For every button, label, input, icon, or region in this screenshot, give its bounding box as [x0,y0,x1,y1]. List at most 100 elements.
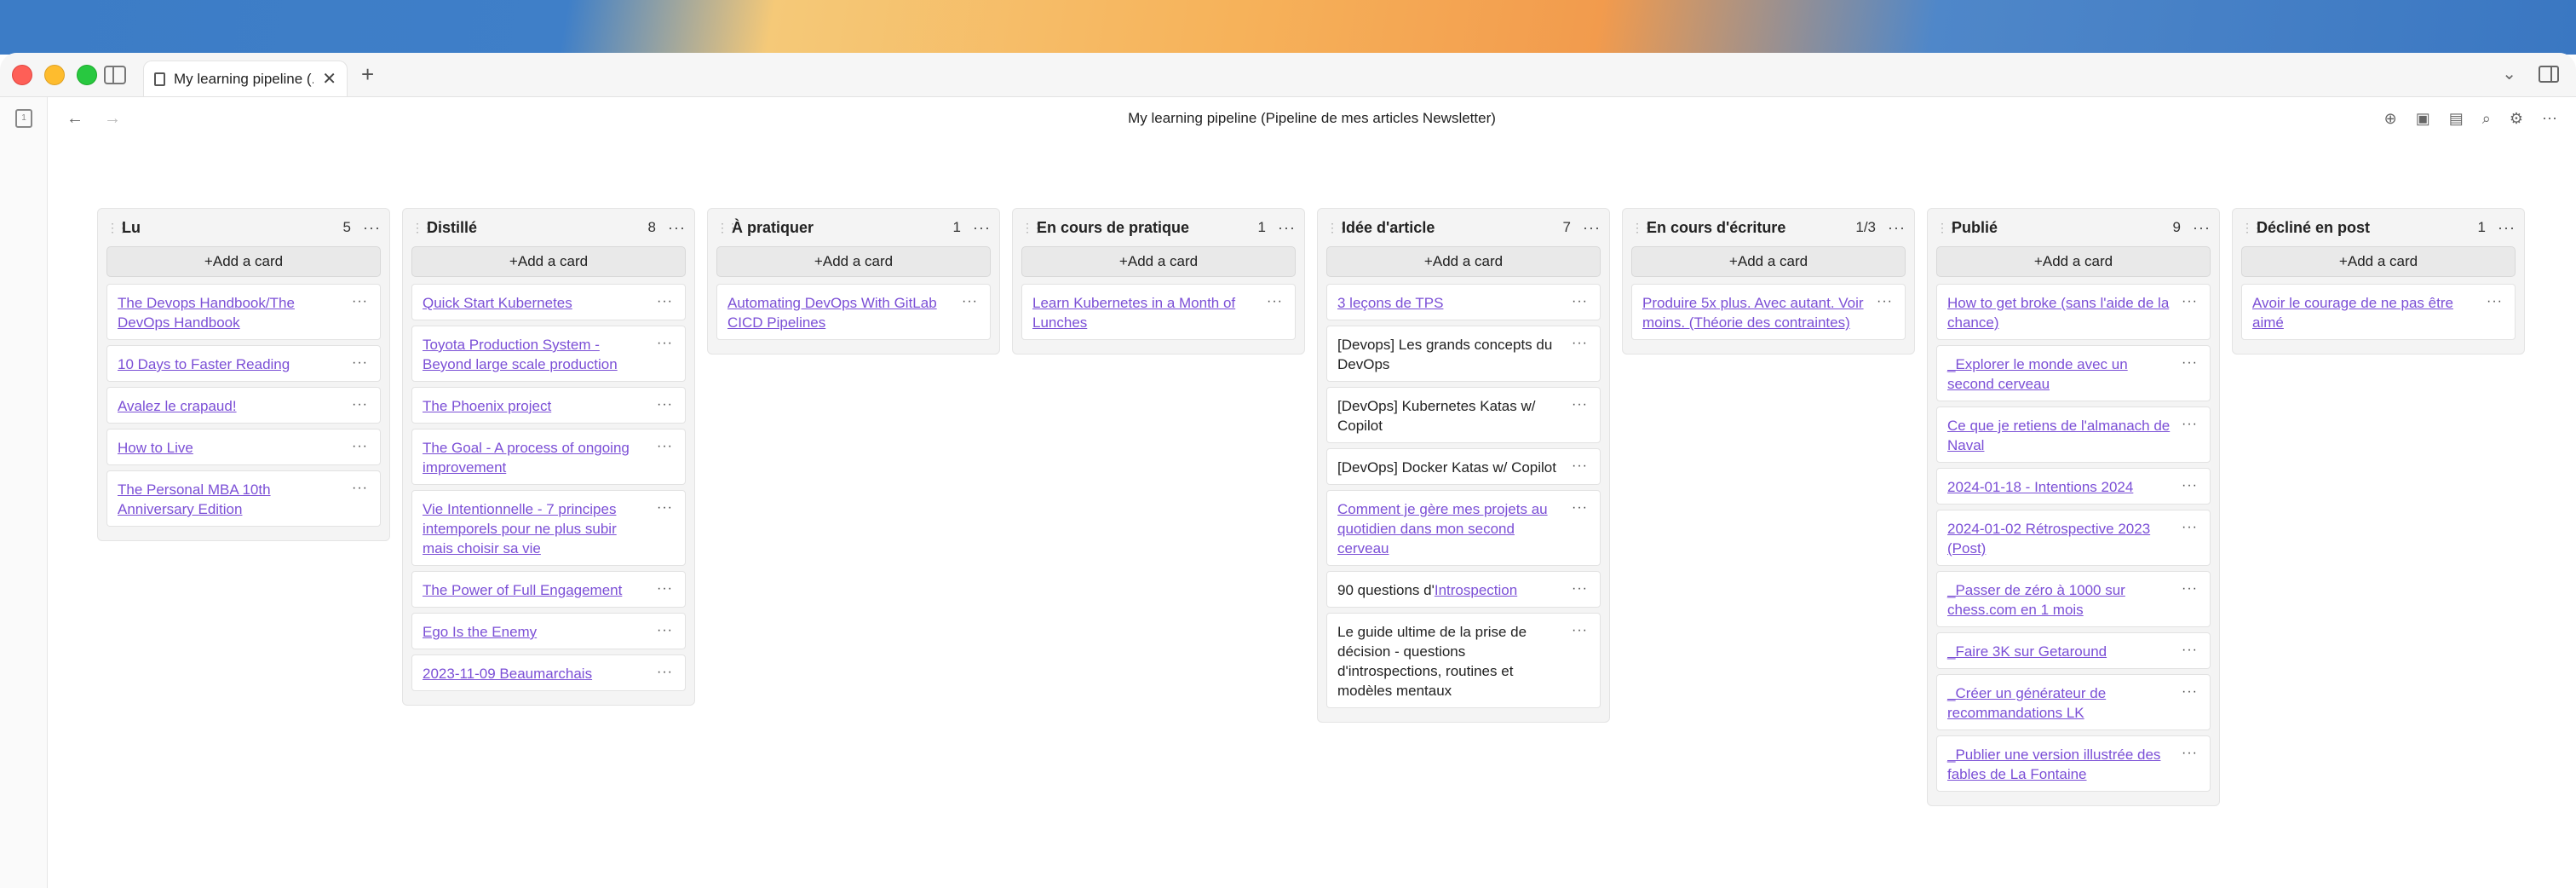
card-link[interactable]: The Devops Handbook/The DevOps Handbook [118,295,295,331]
right-sidebar-toggle-icon[interactable] [2539,65,2559,83]
card-menu-icon[interactable]: ··· [1572,333,1588,353]
add-card-button[interactable]: +Add a card [1631,246,1906,277]
card-menu-icon[interactable]: ··· [2182,353,2198,372]
forward-arrow-icon[interactable]: → [104,109,121,129]
card-link[interactable]: Avoir le courage de ne pas être aimé [2252,295,2453,331]
add-card-button[interactable]: +Add a card [1021,246,1296,277]
card[interactable]: 10 Days to Faster Reading ··· [106,345,381,382]
card-link[interactable]: 10 Days to Faster Reading [118,356,290,372]
card[interactable]: How to Live ··· [106,429,381,465]
card-link[interactable]: Avalez le crapaud! [118,398,237,414]
card-menu-icon[interactable]: ··· [657,436,673,456]
card[interactable]: The Power of Full Engagement ··· [411,571,686,608]
add-card-button[interactable]: +Add a card [716,246,991,277]
search-icon[interactable]: ⌕ [2482,110,2491,128]
card-menu-icon[interactable]: ··· [2182,640,2198,660]
lane-title[interactable]: Lu [122,219,343,237]
card[interactable]: Ego Is the Enemy ··· [411,613,686,649]
markdown-view-icon[interactable]: ▤ [2449,110,2464,128]
card[interactable]: Produire 5x plus. Avec autant. Voir moin… [1631,284,1906,340]
card-menu-icon[interactable]: ··· [1572,579,1588,598]
more-options-icon[interactable]: ⋯ [2542,110,2557,128]
add-card-button[interactable]: +Add a card [2241,246,2516,277]
card[interactable]: _Faire 3K sur Getaround ··· [1936,632,2211,669]
drag-handle-icon[interactable]: ⋮⋮ [1936,221,1958,235]
card[interactable]: The Goal - A process of ongoing improvem… [411,429,686,485]
card-menu-icon[interactable]: ··· [2487,291,2503,311]
drag-handle-icon[interactable]: ⋮⋮ [411,221,434,235]
card-link[interactable]: 2024-01-02 Rétrospective 2023 (Post) [1947,521,2150,556]
card-menu-icon[interactable]: ··· [657,579,673,598]
lane-menu-icon[interactable]: ··· [668,219,686,237]
card-menu-icon[interactable]: ··· [2182,517,2198,537]
card-link[interactable]: The Power of Full Engagement [423,582,622,598]
card-menu-icon[interactable]: ··· [1267,291,1283,311]
drag-handle-icon[interactable]: ⋮⋮ [1631,221,1653,235]
lane-title[interactable]: En cours de pratique [1037,219,1258,237]
card-menu-icon[interactable]: ··· [1572,620,1588,640]
card-menu-icon[interactable]: ··· [1877,291,1893,311]
card-link[interactable]: Ce que je retiens de l'almanach de Naval [1947,418,2170,453]
card-link[interactable]: 3 leçons de TPS [1337,295,1443,311]
card-menu-icon[interactable]: ··· [2182,414,2198,434]
card-link[interactable]: _Publier une version illustrée des fable… [1947,747,2160,782]
close-tab-icon[interactable]: ✕ [322,68,336,89]
card-menu-icon[interactable]: ··· [2182,743,2198,763]
card[interactable]: [DevOps] Kubernetes Katas w/ Copilot ··· [1326,387,1601,443]
card-menu-icon[interactable]: ··· [1572,498,1588,517]
card-menu-icon[interactable]: ··· [657,662,673,682]
card[interactable]: Avoir le courage de ne pas être aimé ··· [2241,284,2516,340]
card-menu-icon[interactable]: ··· [1572,456,1588,476]
card-link[interactable]: The Goal - A process of ongoing improvem… [423,440,630,476]
drag-handle-icon[interactable]: ⋮⋮ [106,221,129,235]
lane-title[interactable]: Publié [1952,219,2173,237]
card[interactable]: 3 leçons de TPS ··· [1326,284,1601,320]
card-menu-icon[interactable]: ··· [352,436,368,456]
minimize-window-button[interactable] [44,64,65,85]
left-sidebar-toggle-icon[interactable] [104,65,126,84]
drag-handle-icon[interactable]: ⋮⋮ [2241,221,2263,235]
card-link[interactable]: Automating DevOps With GitLab CICD Pipel… [727,295,937,331]
card[interactable]: Avalez le crapaud! ··· [106,387,381,424]
card[interactable]: _Passer de zéro à 1000 sur chess.com en … [1936,571,2211,627]
card-link[interactable]: Toyota Production System - Beyond large … [423,337,618,372]
card[interactable]: Quick Start Kubernetes ··· [411,284,686,320]
add-card-button[interactable]: +Add a card [1936,246,2211,277]
card-menu-icon[interactable]: ··· [2182,682,2198,701]
tab-active[interactable]: My learning pipeline (... ✕ [143,61,348,96]
card-link[interactable]: 2024-01-18 - Intentions 2024 [1947,479,2133,495]
lane-title[interactable]: En cours d'écriture [1647,219,1855,237]
card-menu-icon[interactable]: ··· [657,333,673,353]
card-link[interactable]: How to Live [118,440,193,456]
card-menu-icon[interactable]: ··· [962,291,978,311]
card[interactable]: The Personal MBA 10th Anniversary Editio… [106,470,381,527]
lane-menu-icon[interactable]: ··· [363,219,381,237]
close-window-button[interactable] [12,64,32,85]
card[interactable]: _Créer un générateur de recommandations … [1936,674,2211,730]
card-menu-icon[interactable]: ··· [2182,579,2198,598]
archive-icon[interactable]: ▣ [2416,110,2430,128]
lane-menu-icon[interactable]: ··· [973,219,991,237]
card-link[interactable]: _Explorer le monde avec un second cervea… [1947,356,2128,392]
settings-gear-icon[interactable]: ⚙ [2510,110,2523,128]
drag-handle-icon[interactable]: ⋮⋮ [716,221,739,235]
card-menu-icon[interactable]: ··· [657,395,673,414]
card-link[interactable]: Learn Kubernetes in a Month of Lunches [1032,295,1235,331]
lane-menu-icon[interactable]: ··· [1278,219,1296,237]
card-link[interactable]: Introspection [1435,582,1517,598]
card[interactable]: _Explorer le monde avec un second cervea… [1936,345,2211,401]
card-menu-icon[interactable]: ··· [1572,395,1588,414]
card-link[interactable]: Ego Is the Enemy [423,624,537,640]
card-link[interactable]: Vie Intentionnelle - 7 principes intempo… [423,501,617,556]
card[interactable]: Comment je gère mes projets au quotidien… [1326,490,1601,566]
tab-list-chevron-icon[interactable]: ⌄ [2502,63,2516,84]
card-link[interactable]: Comment je gère mes projets au quotidien… [1337,501,1548,556]
card-link[interactable]: _Passer de zéro à 1000 sur chess.com en … [1947,582,2125,618]
card[interactable]: 90 questions d'Introspection ··· [1326,571,1601,608]
card-menu-icon[interactable]: ··· [352,478,368,498]
card[interactable]: How to get broke (sans l'aide de la chan… [1936,284,2211,340]
card-link[interactable]: _Faire 3K sur Getaround [1947,643,2107,660]
card-link[interactable]: The Personal MBA 10th Anniversary Editio… [118,481,271,517]
card-link[interactable]: Produire 5x plus. Avec autant. Voir moin… [1642,295,1864,331]
lane-title[interactable]: À pratiquer [732,219,953,237]
